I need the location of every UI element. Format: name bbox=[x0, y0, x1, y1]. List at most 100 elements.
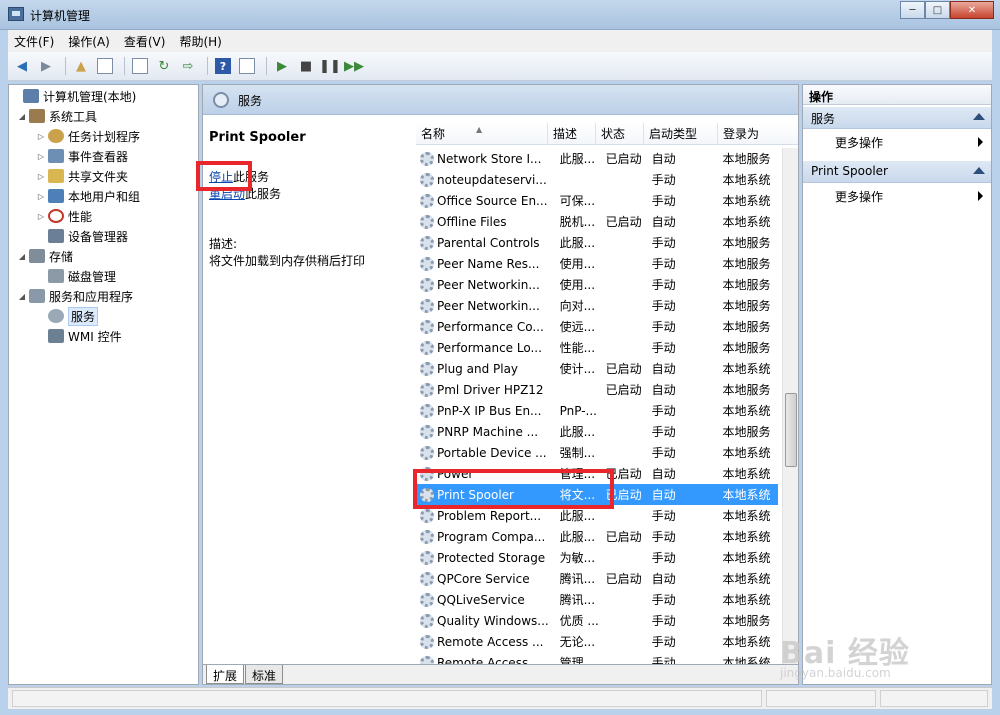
collapse-up-icon[interactable] bbox=[973, 167, 985, 174]
table-row[interactable]: noteupdateservi... 手动 本地系统 bbox=[416, 169, 778, 190]
tree-item-device-manager[interactable]: 设备管理器 bbox=[36, 226, 128, 246]
collapse-up-icon[interactable] bbox=[973, 113, 985, 120]
tab-standard[interactable]: 标准 bbox=[245, 665, 284, 684]
column-description[interactable]: 描述 bbox=[548, 123, 596, 145]
menu-view[interactable]: 查看(V) bbox=[124, 33, 166, 50]
table-row[interactable]: Network Store I... 此服... 已启动 自动 本地服务 bbox=[416, 148, 778, 169]
service-description: 管理... bbox=[559, 656, 596, 664]
service-log-on-as: 本地服务 bbox=[722, 278, 771, 292]
table-row[interactable]: Office Source En... 可保... 手动 本地系统 bbox=[416, 190, 778, 211]
table-row[interactable]: Program Compa... 此服... 已启动 手动 本地系统 bbox=[416, 526, 778, 547]
title-bar[interactable]: 计算机管理 ─ □ ✕ bbox=[0, 0, 1000, 30]
column-log-on-as[interactable]: 登录为 bbox=[718, 123, 782, 145]
tree-item-wmi-control[interactable]: WMI 控件 bbox=[36, 326, 122, 346]
table-row[interactable]: QPCore Service 腾讯... 已启动 自动 本地系统 bbox=[416, 568, 778, 589]
tree-item-system-tools[interactable]: ◢ 系统工具 bbox=[17, 106, 97, 126]
service-gear-icon bbox=[420, 235, 434, 250]
forward-arrow-icon[interactable]: ▶ bbox=[36, 56, 56, 76]
show-hide-tree-icon[interactable] bbox=[95, 56, 115, 76]
export-list-icon[interactable]: ⇨ bbox=[178, 56, 198, 76]
computer-management-icon bbox=[8, 7, 24, 21]
service-status: 已启动 bbox=[605, 152, 642, 166]
service-gear-icon bbox=[420, 382, 434, 397]
table-row[interactable]: Parental Controls 此服... 手动 本地服务 bbox=[416, 232, 778, 253]
service-log-on-as: 本地系统 bbox=[722, 362, 771, 376]
table-row[interactable]: Peer Networkin... 向对... 手动 本地服务 bbox=[416, 295, 778, 316]
maximize-button[interactable]: □ bbox=[925, 1, 950, 19]
properties-icon[interactable] bbox=[130, 56, 150, 76]
table-row[interactable]: Offline Files 脱机... 已启动 自动 本地系统 bbox=[416, 211, 778, 232]
tree-item-performance[interactable]: ▷ 性能 bbox=[36, 206, 92, 226]
menu-file[interactable]: 文件(F) bbox=[14, 33, 54, 50]
menu-action[interactable]: 操作(A) bbox=[68, 33, 110, 50]
table-row[interactable]: Pml Driver HPZ12 已启动 自动 本地服务 bbox=[416, 379, 778, 400]
table-row[interactable]: Protected Storage 为敏... 手动 本地系统 bbox=[416, 547, 778, 568]
table-row[interactable]: Peer Name Res... 使用... 手动 本地服务 bbox=[416, 253, 778, 274]
table-row[interactable]: PnP-X IP Bus En... PnP-... 手动 本地系统 bbox=[416, 400, 778, 421]
tab-extended[interactable]: 扩展 bbox=[206, 665, 245, 684]
service-log-on-as: 本地系统 bbox=[722, 593, 771, 607]
service-startup-type: 手动 bbox=[651, 425, 676, 439]
collapsed-arrow-icon[interactable]: ▷ bbox=[36, 172, 46, 181]
minimize-button[interactable]: ─ bbox=[900, 1, 925, 19]
actions-section-print-spooler[interactable]: Print Spooler bbox=[803, 161, 991, 183]
help-icon[interactable]: ? bbox=[213, 56, 233, 76]
table-row[interactable]: Remote Access ... 管理... 手动 本地系统 bbox=[416, 652, 778, 664]
table-row[interactable]: Performance Lo... 性能... 手动 本地服务 bbox=[416, 337, 778, 358]
tree-item-computer-management[interactable]: 计算机管理(本地) bbox=[11, 86, 136, 106]
tree-item-disk-management[interactable]: 磁盘管理 bbox=[36, 266, 116, 286]
service-gear-icon bbox=[420, 592, 434, 607]
column-status[interactable]: 状态 bbox=[596, 123, 644, 145]
back-arrow-icon[interactable]: ◀ bbox=[12, 56, 32, 76]
tree-item-services-apps[interactable]: ◢ 服务和应用程序 bbox=[17, 286, 133, 306]
table-row[interactable]: Peer Networkin... 使用... 手动 本地服务 bbox=[416, 274, 778, 295]
tree-item-task-scheduler[interactable]: ▷ 任务计划程序 bbox=[36, 126, 140, 146]
service-name: Portable Device ... bbox=[437, 445, 547, 460]
watermark-url: jingyan.baidu.com bbox=[780, 666, 891, 680]
column-name[interactable]: ▲ 名称 bbox=[416, 123, 548, 145]
service-description: 脱机... bbox=[559, 215, 596, 229]
service-gear-icon bbox=[420, 298, 434, 313]
table-row[interactable]: PNRP Machine ... 此服... 手动 本地服务 bbox=[416, 421, 778, 442]
expanded-arrow-icon[interactable]: ◢ bbox=[17, 252, 27, 261]
service-log-on-as: 本地系统 bbox=[722, 488, 771, 502]
tree-item-local-users[interactable]: ▷ 本地用户和组 bbox=[36, 186, 140, 206]
expanded-arrow-icon[interactable]: ◢ bbox=[17, 292, 27, 301]
action-pane-icon[interactable] bbox=[237, 56, 257, 76]
up-folder-icon[interactable]: ▲ bbox=[71, 56, 91, 76]
expanded-arrow-icon[interactable]: ◢ bbox=[17, 112, 27, 121]
service-log-on-as: 本地服务 bbox=[722, 341, 771, 355]
tree-item-services[interactable]: 服务 bbox=[36, 306, 99, 326]
tree-label: 磁盘管理 bbox=[68, 269, 117, 284]
tree-item-shared-folders[interactable]: ▷ 共享文件夹 bbox=[36, 166, 128, 186]
table-row[interactable]: QQLiveService 腾讯... 手动 本地系统 bbox=[416, 589, 778, 610]
service-description: 为敏... bbox=[559, 551, 596, 565]
vertical-scrollbar[interactable] bbox=[782, 148, 798, 664]
close-button[interactable]: ✕ bbox=[950, 1, 994, 19]
tree-label: 任务计划程序 bbox=[68, 129, 141, 144]
tree-item-storage[interactable]: ◢ 存储 bbox=[17, 246, 73, 266]
collapsed-arrow-icon[interactable]: ▷ bbox=[36, 152, 46, 161]
start-service-icon[interactable]: ▶ bbox=[272, 56, 292, 76]
tree-item-event-viewer[interactable]: ▷ 事件查看器 bbox=[36, 146, 128, 166]
pause-service-icon[interactable]: ❚❚ bbox=[319, 56, 341, 76]
collapsed-arrow-icon[interactable]: ▷ bbox=[36, 132, 46, 141]
table-row[interactable]: Plug and Play 使计... 已启动 自动 本地系统 bbox=[416, 358, 778, 379]
collapsed-arrow-icon[interactable]: ▷ bbox=[36, 192, 46, 201]
refresh-icon[interactable]: ↻ bbox=[154, 56, 174, 76]
tree-label: 服务 bbox=[68, 306, 99, 326]
column-startup-type[interactable]: 启动类型 bbox=[644, 123, 718, 145]
table-row[interactable]: Portable Device ... 强制... 手动 本地系统 bbox=[416, 442, 778, 463]
table-row[interactable]: Remote Access ... 无论... 手动 本地系统 bbox=[416, 631, 778, 652]
collapsed-arrow-icon[interactable]: ▷ bbox=[36, 212, 46, 221]
actions-section-services[interactable]: 服务 bbox=[803, 107, 991, 129]
service-gear-icon bbox=[420, 655, 434, 664]
table-row[interactable]: Performance Co... 使远... 手动 本地服务 bbox=[416, 316, 778, 337]
stop-service-icon[interactable]: ■ bbox=[296, 56, 316, 76]
table-row[interactable]: Quality Windows... 优质 ... 手动 本地服务 bbox=[416, 610, 778, 631]
more-actions-print-spooler[interactable]: 更多操作 bbox=[803, 185, 991, 207]
restart-service-icon[interactable]: ▶▶ bbox=[344, 56, 364, 76]
more-actions-services[interactable]: 更多操作 bbox=[803, 131, 991, 153]
scrollbar-thumb[interactable] bbox=[785, 393, 797, 467]
menu-help[interactable]: 帮助(H) bbox=[179, 33, 221, 50]
